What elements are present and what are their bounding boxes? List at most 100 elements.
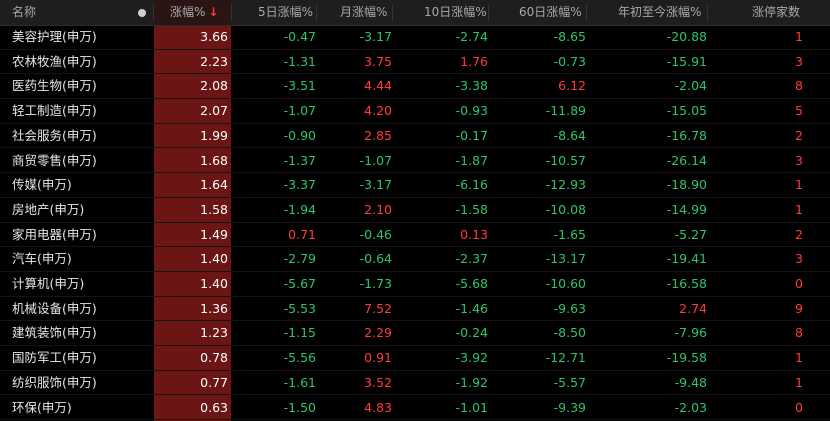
cell-month-change: 0.91 [364, 350, 392, 366]
cell-60day-change: -8.65 [553, 29, 586, 44]
cell-60day-change: -12.71 [545, 350, 586, 366]
table-row[interactable]: 传媒(申万) 1.64 -3.37 -3.17 -6.16 -12.93 -18.90 1 [0, 173, 830, 198]
cell-limit-up-count: 1 [795, 29, 803, 44]
cell-60day-change: -10.08 [545, 201, 586, 217]
cell-sector-name[interactable]: 计算机(申万) [12, 272, 84, 296]
table-row[interactable]: 轻工制造(申万) 2.07 -1.07 4.20 -0.93 -11.89 -15.05 5 [0, 99, 830, 124]
cell-ytd-change: -2.04 [674, 78, 707, 94]
table-row[interactable]: 美容护理(申万) 3.66 -0.47 -3.17 -2.74 -8.65 -20.88 1 [0, 25, 830, 50]
cell-5day-change: -1.15 [283, 325, 316, 341]
table-row[interactable]: 商贸零售(申万) 1.68 -1.37 -1.07 -1.87 -10.57 -26.14 3 [0, 149, 830, 174]
cell-ytd-change: -5.27 [674, 226, 707, 242]
cell-sector-name[interactable]: 美容护理(申万) [12, 25, 97, 49]
cell-month-change: -3.17 [359, 177, 392, 193]
table-row[interactable]: 国防军工(申万) 0.78 -5.56 0.91 -3.92 -12.71 -19.58 1 [0, 346, 830, 371]
cell-limit-up-count: 1 [795, 177, 803, 193]
cell-60day-change: -5.57 [553, 374, 586, 390]
cell-sector-name[interactable]: 商贸零售(申万) [12, 149, 97, 173]
cell-change-pct: 2.07 [200, 103, 228, 119]
header-5day-change[interactable]: 5日涨幅% [258, 0, 313, 25]
cell-sector-name[interactable]: 汽车(申万) [12, 247, 72, 271]
cell-sector-name[interactable]: 家用电器(申万) [12, 223, 97, 247]
table-row[interactable]: 建筑装饰(申万) 1.23 -1.15 2.29 -0.24 -8.50 -7.96 8 [0, 321, 830, 347]
cell-limit-up-count: 5 [795, 103, 803, 119]
sort-desc-icon[interactable]: ↓ [208, 5, 218, 19]
table-row[interactable]: 纺织服饰(申万) 0.77 -1.61 3.52 -1.92 -5.57 -9.48 1 [0, 371, 830, 396]
cell-change-pct: 0.77 [200, 374, 228, 390]
cell-change-pct: 1.99 [200, 127, 228, 143]
cell-sector-name[interactable]: 国防军工(申万) [12, 346, 97, 370]
table-row[interactable]: 家用电器(申万) 1.49 0.71 -0.46 0.13 -1.65 -5.27 2 [0, 223, 830, 248]
table-row[interactable]: 机械设备(申万) 1.36 -5.53 7.52 -1.46 -9.63 2.74 9 [0, 297, 830, 322]
cell-10day-change: -3.92 [455, 350, 488, 366]
table-row[interactable]: 计算机(申万) 1.40 -5.67 -1.73 -5.68 -10.60 -16.58 0 [0, 272, 830, 297]
cell-month-change: 2.10 [364, 201, 392, 217]
cell-sector-name[interactable]: 建筑装饰(申万) [12, 321, 97, 345]
cell-sector-name[interactable]: 机械设备(申万) [12, 297, 97, 321]
cell-change-pct: 0.78 [200, 350, 228, 366]
cell-ytd-change: -15.05 [666, 103, 707, 119]
cell-5day-change: -3.37 [283, 177, 316, 193]
header-divider [707, 4, 708, 21]
cell-limit-up-count: 8 [795, 78, 803, 94]
header-60day-change[interactable]: 60日涨幅% [519, 0, 582, 25]
table-row[interactable]: 汽车(申万) 1.40 -2.79 -0.64 -2.37 -13.17 -19.41 3 [0, 247, 830, 272]
cell-10day-change: -1.87 [455, 152, 488, 168]
cell-sector-name[interactable]: 社会服务(申万) [12, 124, 97, 148]
cell-sector-name[interactable]: 农林牧渔(申万) [12, 50, 97, 74]
cell-sector-name[interactable]: 轻工制造(申万) [12, 99, 97, 123]
cell-month-change: -0.46 [359, 226, 392, 242]
cell-10day-change: 0.13 [460, 226, 488, 242]
cell-sector-name[interactable]: 传媒(申万) [12, 173, 72, 197]
header-10day-change[interactable]: 10日涨幅% [424, 0, 487, 25]
cell-month-change: -0.64 [359, 251, 392, 267]
cell-month-change: 7.52 [364, 300, 392, 316]
cell-limit-up-count: 1 [795, 201, 803, 217]
cell-10day-change: -1.46 [455, 300, 488, 316]
cell-5day-change: -5.56 [283, 350, 316, 366]
cell-60day-change: -10.57 [545, 152, 586, 168]
table-row[interactable]: 医药生物(申万) 2.08 -3.51 4.44 -3.38 6.12 -2.04 8 [0, 74, 830, 100]
cell-10day-change: -0.17 [455, 127, 488, 143]
table-header: 名称 涨幅% ↓ 5日涨幅% 月涨幅% 10日涨幅% 60日涨幅% 年初至今涨幅%… [0, 0, 830, 26]
cell-10day-change: -1.58 [455, 201, 488, 217]
cell-sector-name[interactable]: 纺织服饰(申万) [12, 371, 97, 395]
cell-ytd-change: -7.96 [674, 325, 707, 341]
cell-sector-name[interactable]: 环保(申万) [12, 396, 72, 420]
cell-ytd-change: -19.58 [666, 350, 707, 366]
cell-limit-up-count: 0 [795, 276, 803, 291]
table-row[interactable]: 社会服务(申万) 1.99 -0.90 2.85 -0.17 -8.64 -16.78 2 [0, 124, 830, 149]
cell-60day-change: -11.89 [545, 103, 586, 119]
table-row[interactable]: 农林牧渔(申万) 2.23 -1.31 3.75 1.76 -0.73 -15.91 3 [0, 50, 830, 75]
cell-sector-name[interactable]: 医药生物(申万) [12, 74, 97, 98]
status-dot-icon[interactable] [138, 9, 146, 17]
cell-ytd-change: -9.48 [674, 374, 707, 390]
cell-ytd-change: -2.03 [674, 399, 707, 415]
cell-5day-change: -1.37 [283, 152, 316, 168]
cell-ytd-change: -26.14 [666, 152, 707, 168]
cell-10day-change: -0.93 [455, 103, 488, 119]
header-change-pct[interactable]: 涨幅% ↓ [170, 0, 218, 25]
cell-limit-up-count: 2 [795, 127, 803, 143]
cell-60day-change: -1.65 [553, 226, 586, 242]
cell-10day-change: -5.68 [455, 276, 488, 291]
header-month-change[interactable]: 月涨幅% [340, 0, 387, 25]
cell-60day-change: 6.12 [558, 78, 586, 94]
cell-5day-change: -0.47 [283, 29, 316, 44]
cell-limit-up-count: 3 [795, 152, 803, 168]
header-name[interactable]: 名称 [12, 0, 36, 25]
cell-month-change: -1.73 [359, 276, 392, 291]
cell-ytd-change: -14.99 [666, 201, 707, 217]
cell-10day-change: -2.37 [455, 251, 488, 267]
cell-limit-up-count: 3 [795, 251, 803, 267]
cell-5day-change: -0.90 [283, 127, 316, 143]
cell-sector-name[interactable]: 房地产(申万) [12, 198, 84, 222]
header-limit-up-count[interactable]: 涨停家数 [752, 0, 800, 25]
header-ytd-change[interactable]: 年初至今涨幅% [618, 0, 701, 25]
cell-10day-change: -1.92 [455, 374, 488, 390]
table-row[interactable]: 环保(申万) 0.63 -1.50 4.83 -1.01 -9.39 -2.03 0 [0, 396, 830, 421]
cell-change-pct: 0.63 [200, 399, 228, 415]
header-divider [586, 4, 587, 21]
cell-10day-change: 1.76 [460, 53, 488, 69]
table-row[interactable]: 房地产(申万) 1.58 -1.94 2.10 -1.58 -10.08 -14.99 1 [0, 198, 830, 223]
